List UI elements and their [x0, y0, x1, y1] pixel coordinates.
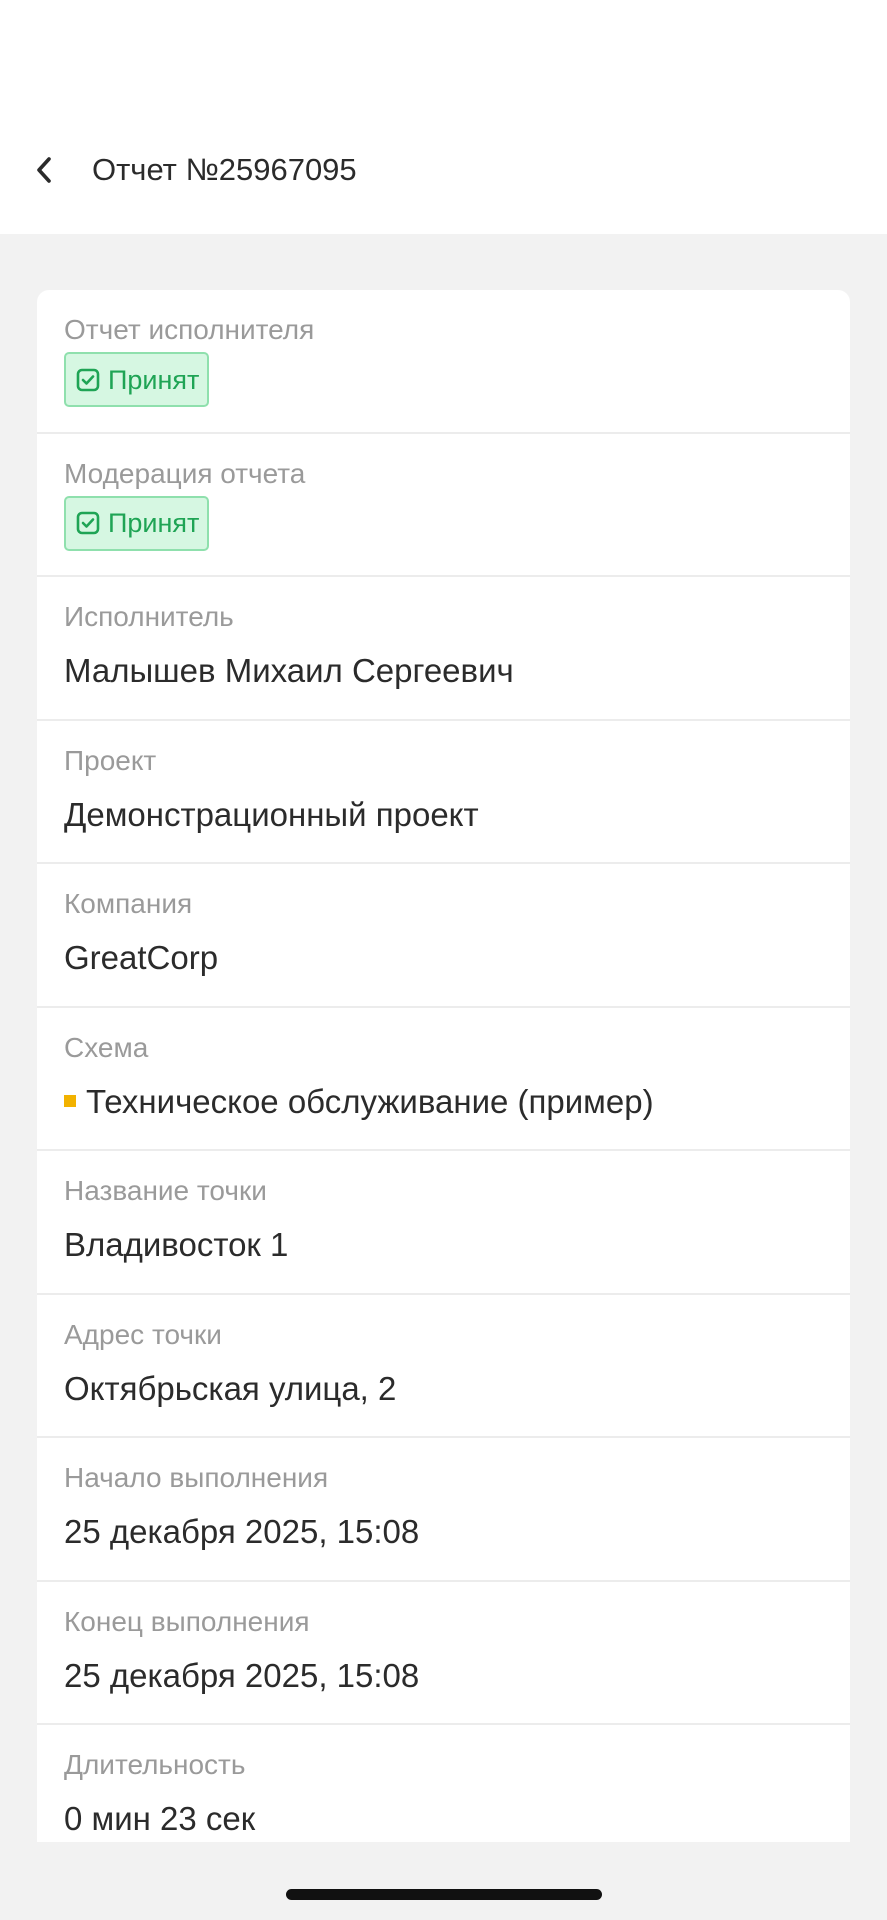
page-title: Отчет №25967095 — [92, 152, 357, 187]
field-label: Отчет исполнителя — [64, 314, 315, 345]
field-label: Начало выполнения — [64, 1462, 329, 1493]
field-duration: Длительность 0 мин 23 сек — [37, 1725, 850, 1842]
field-project: Проект Демонстрационный проект — [37, 721, 850, 864]
field-value: Демонстрационный проект — [64, 795, 479, 833]
field-executor: Исполнитель Малышев Михаил Сергеевич — [37, 577, 850, 721]
checkbox-checked-icon — [76, 368, 100, 391]
field-point-address: Адрес точки Октябрьская улица, 2 — [37, 1295, 850, 1438]
field-value: 0 мин 23 сек — [64, 1800, 256, 1837]
field-end: Конец выполнения 25 декабря 2025, 15:08 — [37, 1582, 850, 1725]
field-executor-report: Отчет исполнителя Принят — [37, 290, 850, 434]
scheme-color-marker — [64, 1094, 76, 1107]
field-scheme: Схема Техническое обслуживание (пример) — [37, 1008, 850, 1151]
field-value: 25 декабря 2025, 15:08 — [64, 1513, 420, 1550]
status-badge-text: Принят — [108, 364, 200, 395]
status-badge: Принят — [64, 495, 210, 551]
field-label: Название точки — [64, 1175, 267, 1206]
field-label: Конец выполнения — [64, 1605, 310, 1637]
chevron-left-icon — [37, 157, 51, 183]
checkbox-checked-icon — [76, 511, 100, 535]
field-value: Техническое обслуживание (пример) — [86, 1082, 654, 1120]
field-moderation: Модерация отчета Принят — [37, 434, 850, 577]
app-header: Отчет №25967095 — [0, 0, 887, 234]
status-badge: Принят — [64, 352, 210, 407]
back-button[interactable] — [22, 145, 66, 195]
status-badge-text: Принят — [108, 508, 200, 538]
field-label: Модерация отчета — [64, 457, 306, 489]
field-value: 25 декабря 2025, 15:08 — [64, 1656, 420, 1694]
field-label: Компания — [64, 888, 193, 919]
field-start: Начало выполнения 25 декабря 2025, 15:08 — [37, 1438, 850, 1582]
field-label: Длительность — [64, 1749, 246, 1780]
field-value: Октябрьская улица, 2 — [64, 1369, 397, 1407]
field-label: Проект — [64, 744, 157, 776]
home-indicator[interactable] — [286, 1889, 602, 1900]
field-point-name: Название точки Владивосток 1 — [37, 1151, 850, 1295]
field-label: Адрес точки — [64, 1318, 222, 1350]
field-value-row: Техническое обслуживание (пример) — [64, 1080, 654, 1124]
field-label: Исполнитель — [64, 601, 234, 632]
field-label: Схема — [64, 1031, 149, 1063]
field-value: Владивосток 1 — [64, 1226, 289, 1263]
field-value: GreatCorp — [64, 939, 219, 976]
field-company: Компания GreatCorp — [37, 864, 850, 1008]
field-value: Малышев Михаил Сергеевич — [64, 652, 514, 689]
report-details-card: Отчет исполнителя Принят Модерация отчет… — [37, 290, 850, 1842]
